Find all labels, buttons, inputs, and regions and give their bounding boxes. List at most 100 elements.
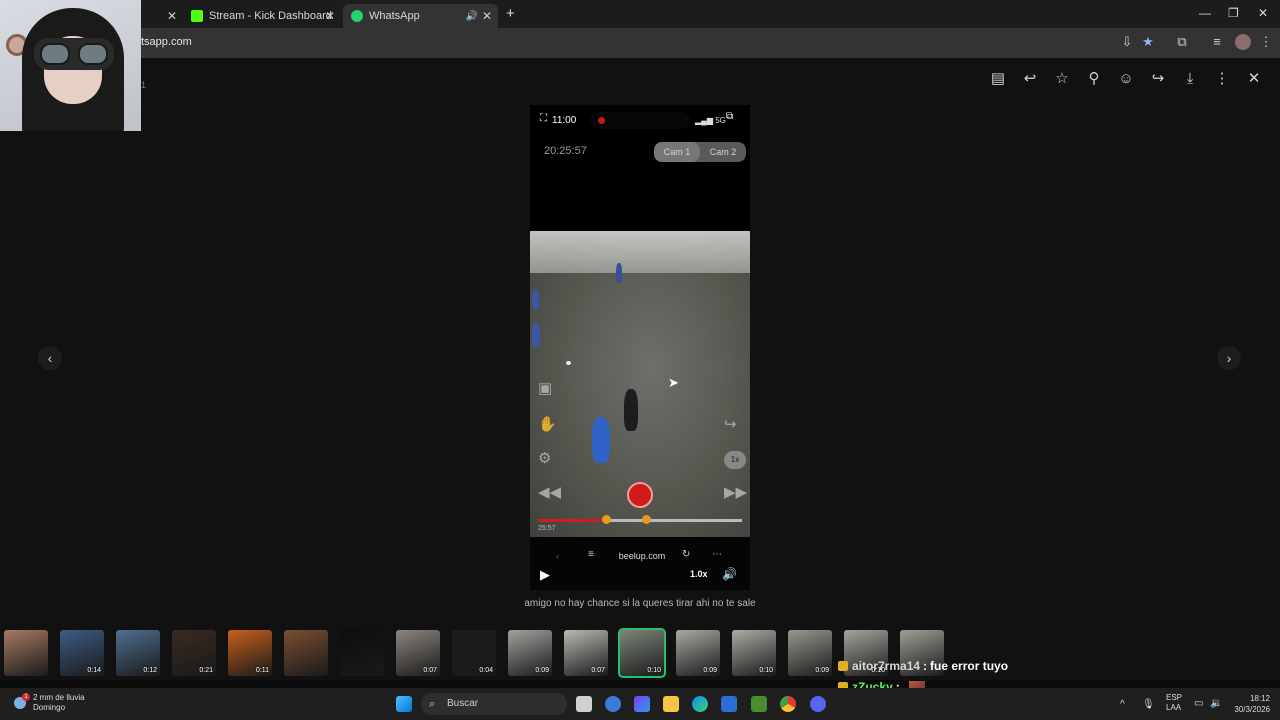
play-button[interactable]: ▶ [540,567,550,583]
media-thumbnail[interactable]: 0:07 [396,630,440,676]
media-thumbnail[interactable]: 0:11 [228,630,272,676]
profile-avatar[interactable] [1235,34,1251,50]
media-control-icon[interactable]: ≡ [1209,34,1225,50]
pin-icon[interactable]: ⚲ [1085,70,1103,88]
tray-chevron-icon[interactable]: ^ [1120,699,1125,710]
ball [566,361,571,365]
record-button[interactable] [627,482,653,508]
emoji-icon[interactable]: ☺ [1117,70,1135,88]
outlook-icon[interactable] [605,696,621,712]
download-icon[interactable]: ⤓ [1181,70,1199,88]
minimize-button[interactable]: — [1199,6,1211,20]
previous-media-button[interactable]: ‹ [38,346,62,370]
reply-icon[interactable]: ↩ [1021,70,1039,88]
chrome-icon[interactable] [780,696,796,712]
media-thumbnail[interactable] [284,630,328,676]
cam2-option[interactable]: Cam 2 [700,142,746,162]
goggles [34,38,114,70]
hand-icon[interactable]: ✋ [538,415,557,433]
more-icon[interactable]: ⋮ [1213,70,1231,88]
volume-icon[interactable]: 🔉 [1210,698,1222,709]
media-thumbnail[interactable]: 0:09 [508,630,552,676]
seek-bar[interactable] [538,515,742,524]
media-thumbnail[interactable]: 0:07 [564,630,608,676]
tab-close-icon[interactable]: ✕ [167,9,177,23]
tab-close-icon[interactable]: ✕ [325,9,335,23]
share-icon[interactable]: ↪ [724,415,737,433]
cam1-option[interactable]: Cam 1 [654,142,700,162]
caption-icon[interactable]: ▤ [989,70,1007,88]
url-text[interactable]: tsapp.com [141,36,192,48]
task-view-icon[interactable] [576,696,592,712]
webcam-overlay [0,0,141,131]
playback-speed[interactable]: 1.0x [690,569,708,579]
discord-icon[interactable] [810,696,826,712]
file-explorer-icon[interactable] [663,696,679,712]
bookmark-star-icon[interactable]: ★ [1140,34,1156,50]
settings-gear-icon[interactable]: ⚙ [538,449,551,467]
volume-icon[interactable]: 🔊 [722,567,737,581]
media-thumbnail[interactable]: 0:10 [618,628,666,678]
media-thumbnail[interactable] [4,630,48,676]
chat-badge-icon [838,661,848,671]
forward-icon[interactable]: ↪ [1149,70,1167,88]
media-thumbnail[interactable]: 0:10 [732,630,776,676]
reload-icon[interactable]: ↻ [682,549,690,560]
extensions-icon[interactable]: ⧉ [1174,34,1190,50]
media-thumbnail[interactable] [340,630,384,676]
media-thumbnail[interactable]: 0:14 [60,630,104,676]
taskbar-clock[interactable]: 18:12 30/3/2026 [1224,693,1270,715]
rewind-icon[interactable]: ◀◀ [538,483,561,501]
copilot-icon[interactable] [634,696,650,712]
media-thumbnail[interactable]: 0:09 [676,630,720,676]
fast-forward-icon[interactable]: ▶▶ [724,483,747,501]
tab-kick-dashboard[interactable]: Stream - Kick Dashboard ✕ [183,4,341,28]
star-icon[interactable]: ☆ [1053,70,1071,88]
player-controls: ‹ ≡ beelup.com ↻ ⋯ ▶ 1.0x 🔊 [530,537,750,590]
camera-icon[interactable]: ▣ [538,379,552,397]
window-close-button[interactable]: ✕ [1258,6,1268,20]
seek-marker[interactable] [602,515,611,524]
taskbar-search[interactable]: ⌕ Buscar [421,693,567,715]
thumbnail-duration: 0:07 [591,667,605,674]
media-thumbnail[interactable]: 0:04 [452,630,496,676]
recording-dot-icon [598,117,605,124]
player [532,323,540,347]
microphone-icon[interactable]: 🎙 [1142,699,1155,710]
media-thumbnail[interactable]: 0:12 [116,630,160,676]
video-player[interactable]: ⛶ 11:00 ▂▄▆ 5G ⧉ 20:25:57 Cam 1 Cam 2 ▣ … [530,105,750,590]
thumbnail-duration: 0:09 [703,667,717,674]
tab-whatsapp[interactable]: WhatsApp 🔊 ✕ [343,4,498,28]
weather-widget[interactable]: 1 2 mm de lluvia Domingo [14,693,85,713]
audio-playing-icon[interactable]: 🔊 [466,11,478,22]
tab-label: WhatsApp [369,10,420,22]
seek-marker[interactable] [642,515,651,524]
display-icon[interactable]: ▭ [1194,698,1203,709]
pip-icon[interactable]: ⧉ [726,111,733,122]
camera-switch[interactable]: Cam 1 Cam 2 [654,142,746,162]
taskbar-date: 30/3/2026 [1234,705,1270,714]
close-icon[interactable]: ✕ [1245,70,1263,88]
install-app-icon[interactable]: ⇩ [1119,34,1135,50]
more-dots-icon[interactable]: ⋯ [712,549,722,560]
media-thumbnail[interactable]: 0:09 [788,630,832,676]
speed-chip[interactable]: 1x [724,451,746,469]
browser-menu-icon[interactable]: ⋮ [1258,34,1274,50]
fullscreen-icon[interactable]: ⛶ [540,113,547,124]
start-windows-icon[interactable] [396,696,412,712]
chat-username[interactable]: aitor7rma14 [852,659,920,673]
search-icon: ⌕ [429,698,436,710]
store-icon[interactable] [721,696,737,712]
tab-label: Stream - Kick Dashboard [209,10,332,22]
maximize-button[interactable]: ❐ [1228,6,1239,20]
tab-hidden[interactable]: ✕ [141,4,183,28]
source-url[interactable]: beelup.com [554,547,730,565]
next-media-button[interactable]: › [1217,346,1241,370]
edge-icon[interactable] [692,696,708,712]
new-tab-button[interactable]: + [506,5,515,22]
tab-close-icon[interactable]: ✕ [482,9,492,23]
player [592,417,610,463]
language-indicator[interactable]: ESP LAA [1166,693,1182,713]
minecraft-icon[interactable] [751,696,767,712]
media-thumbnail[interactable]: 0:21 [172,630,216,676]
